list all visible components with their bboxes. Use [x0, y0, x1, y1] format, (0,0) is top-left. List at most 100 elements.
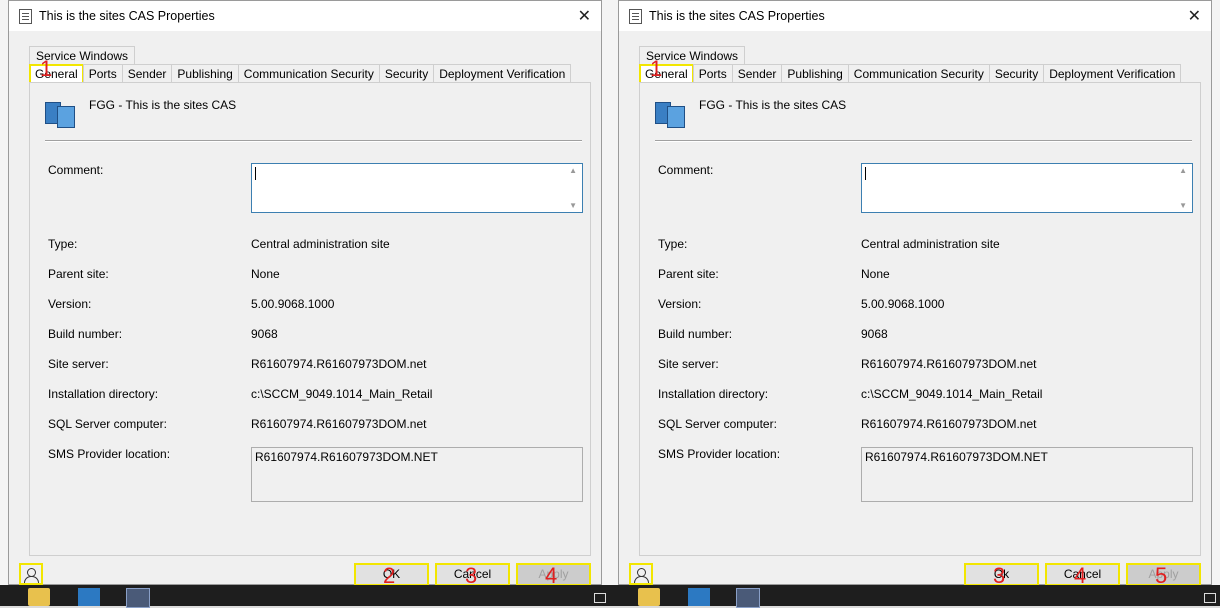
tab-ports[interactable]: Ports: [82, 64, 123, 83]
tab-publishing[interactable]: Publishing: [171, 64, 239, 83]
comment-label: Comment:: [48, 163, 104, 177]
taskbar: [0, 585, 1220, 608]
site-server-icon: [655, 98, 687, 128]
type-value: Central administration site: [861, 237, 1000, 251]
title-bar: This is the sites CAS Properties ✕: [619, 1, 1211, 31]
tray-icon[interactable]: [594, 593, 606, 603]
window-icon: [19, 9, 32, 24]
sql-server-value: R61607974.R61607973DOM.net: [861, 417, 1037, 431]
general-tab-panel: FGG - This is the sites CAS Comment: ▲ ▼…: [639, 82, 1201, 556]
sms-provider-value: R61607974.R61607973DOM.NET: [865, 450, 1048, 464]
tab-strip: General Ports Sender Publishing Communic…: [29, 64, 572, 84]
site-server-value: R61607974.R61607973DOM.net: [251, 357, 427, 371]
site-server-label: Site server:: [48, 357, 109, 371]
tab-security[interactable]: Security: [988, 64, 1045, 83]
ok-button[interactable]: Ok: [964, 563, 1039, 586]
sms-provider-field[interactable]: R61607974.R61607973DOM.NET: [251, 447, 583, 502]
tab-general[interactable]: General: [29, 64, 84, 84]
type-value: Central administration site: [251, 237, 390, 251]
sms-provider-label: SMS Provider location:: [658, 447, 781, 461]
installation-directory-label: Installation directory:: [658, 387, 769, 401]
tab-strip: General Ports Sender Publishing Communic…: [639, 64, 1182, 84]
close-icon[interactable]: ✕: [1188, 6, 1201, 26]
installation-directory-value: c:\SCCM_9049.1014_Main_Retail: [861, 387, 1043, 401]
tab-sender[interactable]: Sender: [731, 64, 783, 83]
installation-directory-label: Installation directory:: [48, 387, 159, 401]
folder-icon[interactable]: [28, 588, 50, 606]
tab-service-windows[interactable]: Service Windows: [639, 46, 746, 65]
sms-provider-label: SMS Provider location:: [48, 447, 171, 461]
site-server-value: R61607974.R61607973DOM.net: [861, 357, 1037, 371]
user-help-icon[interactable]: [629, 563, 653, 585]
separator: [655, 140, 1192, 142]
parent-site-value: None: [251, 267, 280, 281]
tab-service-windows[interactable]: Service Windows: [29, 46, 136, 65]
site-name: FGG - This is the sites CAS: [699, 98, 847, 112]
comment-label: Comment:: [658, 163, 714, 177]
window-icon: [629, 9, 642, 24]
version-label: Version:: [658, 297, 702, 311]
tab-publishing[interactable]: Publishing: [781, 64, 849, 83]
app-icon[interactable]: [736, 588, 760, 608]
sql-server-value: R61607974.R61607973DOM.net: [251, 417, 427, 431]
folder-icon[interactable]: [638, 588, 660, 606]
separator: [45, 140, 582, 142]
apply-button[interactable]: Apply: [516, 563, 591, 586]
build-number-value: 9068: [861, 327, 888, 341]
tab-deployment-verification[interactable]: Deployment Verification: [1043, 64, 1182, 83]
parent-site-label: Parent site:: [658, 267, 719, 281]
general-tab-panel: FGG - This is the sites CAS Comment: ▲ ▼…: [29, 82, 591, 556]
version-value: 5.00.9068.1000: [251, 297, 335, 311]
app-icon[interactable]: [688, 588, 710, 606]
sms-provider-field[interactable]: R61607974.R61607973DOM.NET: [861, 447, 1193, 502]
sql-server-label: SQL Server computer:: [658, 417, 777, 431]
comment-field[interactable]: ▲ ▼: [861, 163, 1193, 213]
title-bar: This is the sites CAS Properties ✕: [9, 1, 601, 31]
build-number-label: Build number:: [658, 327, 733, 341]
type-label: Type:: [658, 237, 688, 251]
scroll-down-icon[interactable]: ▼: [569, 201, 577, 210]
build-number-value: 9068: [251, 327, 278, 341]
tab-ports[interactable]: Ports: [692, 64, 733, 83]
background-window-left: [0, 0, 8, 585]
app-icon[interactable]: [78, 588, 100, 606]
parent-site-value: None: [861, 267, 890, 281]
cancel-button[interactable]: Cancel: [1045, 563, 1120, 586]
apply-button[interactable]: Apply: [1126, 563, 1201, 586]
comment-field[interactable]: ▲ ▼: [251, 163, 583, 213]
tab-deployment-verification[interactable]: Deployment Verification: [433, 64, 572, 83]
site-server-label: Site server:: [658, 357, 719, 371]
tab-sender[interactable]: Sender: [121, 64, 173, 83]
site-server-icon: [45, 98, 77, 128]
type-label: Type:: [48, 237, 78, 251]
sms-provider-value: R61607974.R61607973DOM.NET: [255, 450, 438, 464]
text-caret: [865, 167, 866, 180]
background-window-right: [1212, 0, 1220, 585]
scroll-down-icon[interactable]: ▼: [1179, 201, 1187, 210]
dialog-title: This is the sites CAS Properties: [649, 9, 825, 23]
tray-icon[interactable]: [1204, 593, 1216, 603]
version-label: Version:: [48, 297, 92, 311]
build-number-label: Build number:: [48, 327, 123, 341]
tab-communication-security[interactable]: Communication Security: [847, 64, 990, 83]
parent-site-label: Parent site:: [48, 267, 109, 281]
tab-communication-security[interactable]: Communication Security: [237, 64, 380, 83]
user-help-icon[interactable]: [19, 563, 43, 585]
installation-directory-value: c:\SCCM_9049.1014_Main_Retail: [251, 387, 433, 401]
background-window-middle: [602, 0, 618, 585]
sql-server-label: SQL Server computer:: [48, 417, 167, 431]
app-icon[interactable]: [126, 588, 150, 608]
close-icon[interactable]: ✕: [578, 6, 591, 26]
tab-general[interactable]: General: [639, 64, 694, 84]
text-caret: [255, 167, 256, 180]
version-value: 5.00.9068.1000: [861, 297, 945, 311]
tab-security[interactable]: Security: [378, 64, 435, 83]
properties-dialog-left: This is the sites CAS Properties ✕ Servi…: [8, 0, 602, 586]
scroll-up-icon[interactable]: ▲: [1179, 166, 1187, 175]
cancel-button[interactable]: Cancel: [435, 563, 510, 586]
site-name: FGG - This is the sites CAS: [89, 98, 237, 112]
ok-button[interactable]: OK: [354, 563, 429, 586]
scroll-up-icon[interactable]: ▲: [569, 166, 577, 175]
properties-dialog-right: This is the sites CAS Properties ✕ Servi…: [618, 0, 1212, 586]
dialog-title: This is the sites CAS Properties: [39, 9, 215, 23]
